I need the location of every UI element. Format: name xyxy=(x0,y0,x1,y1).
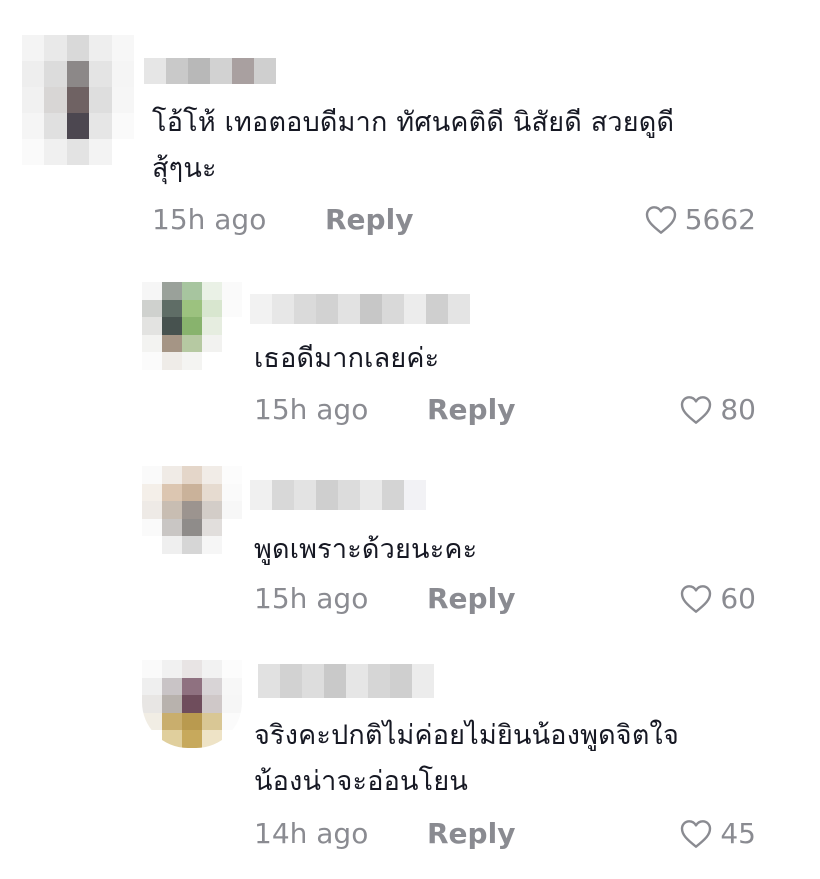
comment-text: เธอดีมากเลยค่ะ xyxy=(254,343,440,374)
like-count: 80 xyxy=(720,393,756,426)
reply-button[interactable]: Reply xyxy=(427,582,515,616)
reply-item: จริงคะปกติไม่ค่อยไม่ยินน้องพูดจิตใจ น้อง… xyxy=(0,650,820,879)
reply-item: เธอดีมากเลยค่ะ 15h ago Reply 80 xyxy=(0,270,820,450)
avatar[interactable] xyxy=(142,660,242,748)
like-button[interactable]: 60 xyxy=(680,582,756,616)
comment-text: พูดเพราะด้วยนะคะ xyxy=(254,534,478,565)
like-count: 5662 xyxy=(684,203,756,236)
reply-button[interactable]: Reply xyxy=(325,203,413,237)
comment-thread: โอ้โห้ เทอตอบดีมาก ทัศนคติดี นิสัยดี สวย… xyxy=(0,0,820,879)
avatar[interactable] xyxy=(142,282,242,370)
comment-timestamp: 15h ago xyxy=(254,393,369,426)
like-button[interactable]: 45 xyxy=(680,817,756,851)
avatar[interactable] xyxy=(22,35,134,165)
username[interactable] xyxy=(250,294,470,324)
reply-item: พูดเพราะด้วยนะคะ 15h ago Reply 60 xyxy=(0,458,820,638)
avatar[interactable] xyxy=(142,466,242,554)
comment-text: โอ้โห้ เทอตอบดีมาก ทัศนคติดี นิสัยดี สวย… xyxy=(152,107,675,184)
username[interactable] xyxy=(258,664,434,698)
comment-timestamp: 15h ago xyxy=(254,582,369,615)
username[interactable] xyxy=(144,58,276,84)
like-button[interactable]: 80 xyxy=(680,393,756,427)
like-count: 60 xyxy=(720,582,756,615)
heart-outline-icon xyxy=(681,820,712,848)
username[interactable] xyxy=(250,480,426,510)
comment-timestamp: 15h ago xyxy=(152,203,267,236)
like-button[interactable]: 5662 xyxy=(645,203,756,237)
reply-button[interactable]: Reply xyxy=(427,393,515,427)
heart-outline-icon xyxy=(645,206,676,234)
comment-text: จริงคะปกติไม่ค่อยไม่ยินน้องพูดจิตใจ น้อง… xyxy=(254,720,679,797)
comment-item: โอ้โห้ เทอตอบดีมาก ทัศนคติดี นิสัยดี สวย… xyxy=(0,0,820,260)
reply-button[interactable]: Reply xyxy=(427,817,515,851)
comment-timestamp: 14h ago xyxy=(254,817,369,850)
heart-outline-icon xyxy=(681,585,712,613)
heart-outline-icon xyxy=(681,396,712,424)
like-count: 45 xyxy=(720,817,756,850)
